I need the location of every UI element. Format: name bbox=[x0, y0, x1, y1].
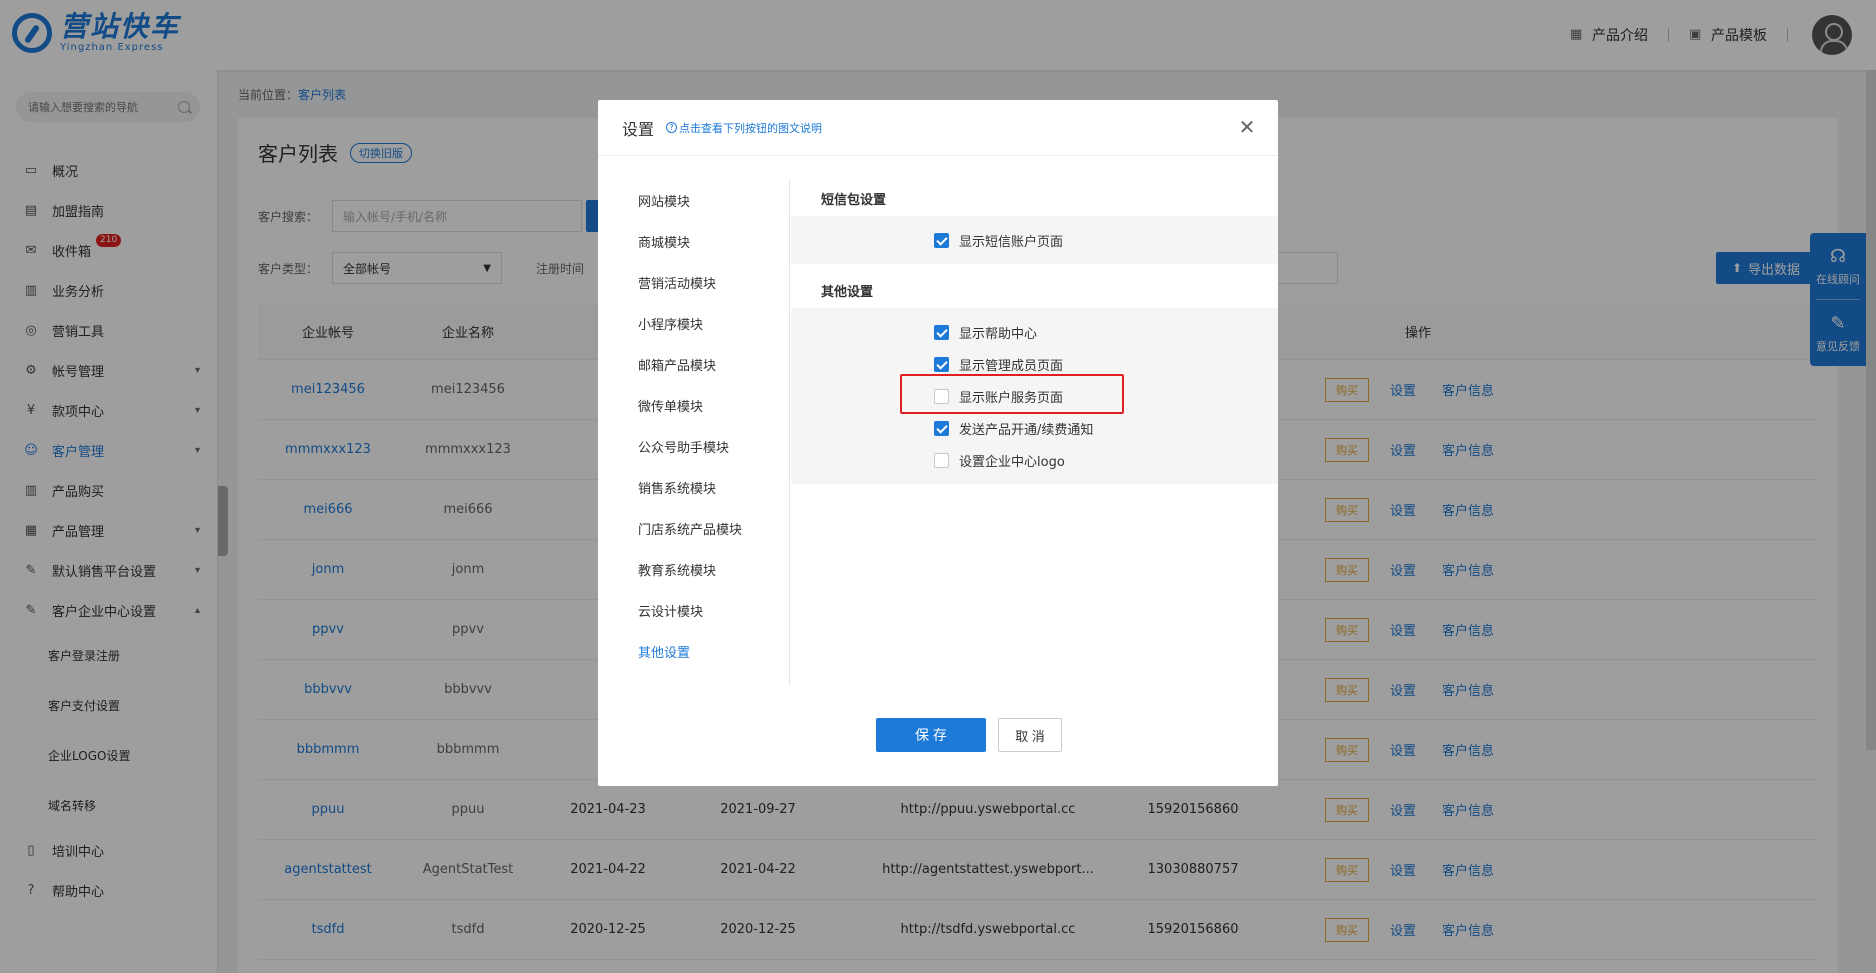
close-icon[interactable]: ✕ bbox=[1236, 116, 1258, 138]
option-label: 显示管理成员页面 bbox=[959, 358, 1064, 374]
section-options: 显示短信账户页面 bbox=[791, 216, 1278, 264]
cancel-button[interactable]: 取 消 bbox=[998, 718, 1062, 752]
option-row[interactable]: 设置企业中心logo bbox=[791, 444, 1278, 476]
checkbox-unchecked[interactable] bbox=[934, 452, 949, 468]
modal-nav: 网站模块 商城模块 营销活动模块 小程序模块 邮箱产品模块 微传单模块 公众号助手模块 销售系… bbox=[598, 180, 790, 686]
modal-body: 短信包设置 显示短信账户页面 其他设置 显示帮助中心 显示管理成员页面 显示账户服务页面发… bbox=[791, 180, 1278, 484]
modal-nav-item[interactable]: 销售系统模块 bbox=[598, 467, 789, 508]
modal-title: 设置 bbox=[622, 119, 655, 139]
checkbox-checked[interactable] bbox=[934, 232, 949, 248]
modal-nav-item[interactable]: 营销活动模块 bbox=[598, 262, 789, 303]
checkbox-checked[interactable] bbox=[934, 324, 949, 340]
modal-nav-item[interactable]: 小程序模块 bbox=[598, 303, 789, 344]
modal-footer: 保 存 取 消 bbox=[598, 718, 1278, 752]
section-title: 短信包设置 bbox=[821, 192, 887, 208]
modal-nav-item[interactable]: 邮箱产品模块 bbox=[598, 344, 789, 385]
modal-nav-item[interactable]: 网站模块 bbox=[598, 180, 789, 221]
option-row[interactable]: 发送产品开通/续费通知 bbox=[791, 412, 1278, 444]
modal-help-link[interactable]: ? 点击查看下列按钮的图文说明 bbox=[666, 120, 822, 136]
modal-nav-item[interactable]: 门店系统产品模块 bbox=[598, 508, 789, 549]
modal-nav-item[interactable]: 教育系统模块 bbox=[598, 549, 789, 590]
checkbox-checked[interactable] bbox=[934, 420, 949, 436]
modal-header: 设置 ? 点击查看下列按钮的图文说明 ✕ bbox=[598, 100, 1278, 156]
settings-modal: 设置 ? 点击查看下列按钮的图文说明 ✕ 网站模块 商城模块 营销活动模块 小程序模块… bbox=[598, 100, 1278, 786]
option-label: 发送产品开通/续费通知 bbox=[959, 422, 1094, 438]
option-label: 设置企业中心logo bbox=[959, 454, 1065, 470]
modal-nav-item[interactable]: 微传单模块 bbox=[598, 385, 789, 426]
option-label: 显示短信账户页面 bbox=[959, 234, 1064, 250]
option-label: 显示帮助中心 bbox=[959, 326, 1038, 342]
modal-nav-item[interactable]: 云设计模块 bbox=[598, 590, 789, 631]
highlight-annotation-box bbox=[900, 374, 1124, 414]
modal-nav-item[interactable]: 公众号助手模块 bbox=[598, 426, 789, 467]
section-title: 其他设置 bbox=[821, 284, 874, 300]
option-row[interactable]: 显示帮助中心 bbox=[791, 316, 1278, 348]
question-icon: ? bbox=[666, 122, 678, 133]
modal-nav-item[interactable]: 商城模块 bbox=[598, 221, 789, 262]
modal-nav-item[interactable]: 其他设置 bbox=[598, 631, 789, 672]
option-row[interactable]: 显示短信账户页面 bbox=[791, 224, 1278, 256]
save-button[interactable]: 保 存 bbox=[876, 718, 986, 752]
modal-help-text: 点击查看下列按钮的图文说明 bbox=[679, 121, 823, 135]
checkbox-checked[interactable] bbox=[934, 356, 949, 372]
